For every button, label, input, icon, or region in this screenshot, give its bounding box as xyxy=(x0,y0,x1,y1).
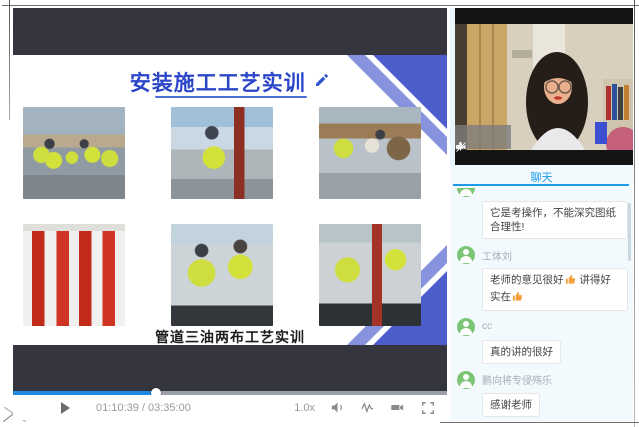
video-player: 安装施工工艺实训 xyxy=(13,8,447,420)
chat-tab-underline xyxy=(453,184,629,186)
training-photo xyxy=(23,107,125,199)
training-photo xyxy=(319,224,421,326)
frame-line-bottom xyxy=(440,422,639,423)
chat-message: 它是考操作，不能深究图纸合理性! xyxy=(457,188,633,239)
chat-scrollbar[interactable] xyxy=(628,203,631,261)
tab-chat[interactable]: 聊天 xyxy=(531,165,553,185)
thumbs-up-icon xyxy=(512,291,523,306)
chat-bubble: 老师的意见很好 讲得好实在 xyxy=(482,268,628,310)
user-avatar-icon xyxy=(457,318,475,336)
audio-track-icon[interactable] xyxy=(360,400,375,415)
slide-caption: 管道三油两布工艺实训 xyxy=(13,327,447,345)
photo-grid xyxy=(23,107,421,326)
chat-username: 鹏向将专侵殇乐 xyxy=(482,372,552,387)
chat-username: cc xyxy=(482,321,492,332)
user-avatar-icon xyxy=(457,371,475,389)
fullscreen-icon[interactable] xyxy=(420,400,435,415)
chat-panel: 聊天 它是考操作，不能深究图纸合理性! 工体刘 老师的意见很好 讲得好实在 cc… xyxy=(450,165,633,421)
time-display: 01:10:39 / 03:35:00 xyxy=(96,402,191,414)
camera-icon[interactable] xyxy=(390,400,405,415)
chat-message: 工体刘 老师的意见很好 讲得好实在 xyxy=(457,246,633,310)
play-button[interactable] xyxy=(61,402,70,414)
frame-line-right xyxy=(634,0,635,427)
pencil-icon xyxy=(314,72,330,93)
camera-off-icon[interactable] xyxy=(490,130,504,144)
training-photo xyxy=(171,224,273,326)
title-underline xyxy=(155,96,307,98)
playback-speed-button[interactable]: 1.0x xyxy=(294,402,315,414)
chat-message: 鹏向将专侵殇乐 感谢老师 xyxy=(457,371,633,417)
player-controls: 01:10:39 / 03:35:00 1.0x xyxy=(13,395,447,420)
chat-message-list: 它是考操作，不能深究图纸合理性! 工体刘 老师的意见很好 讲得好实在 cc 真的… xyxy=(450,188,633,421)
frame-line-left xyxy=(9,0,10,120)
volume-icon[interactable] xyxy=(330,400,345,415)
slide-title: 安装施工工艺实训 xyxy=(130,67,306,97)
training-photo xyxy=(319,107,421,199)
user-avatar-icon xyxy=(457,246,475,264)
training-photo xyxy=(171,107,273,199)
chat-bubble: 真的讲的很好 xyxy=(482,340,561,364)
user-avatar-icon xyxy=(457,188,475,197)
video-letterbox-bottom xyxy=(13,345,447,391)
video-letterbox-top xyxy=(13,8,447,55)
chat-message: cc 真的讲的很好 xyxy=(457,318,633,364)
thumbs-up-icon xyxy=(565,274,576,289)
frame-line-top xyxy=(2,5,639,6)
chat-username: 工体刘 xyxy=(482,248,512,263)
chat-bubble: 它是考操作，不能深究图纸合理性! xyxy=(482,201,628,239)
webcam-overlay-bar xyxy=(455,125,511,149)
presentation-slide: 安装施工工艺实训 xyxy=(13,55,447,345)
right-panel: 聊天 它是考操作，不能深究图纸合理性! 工体刘 老师的意见很好 讲得好实在 cc… xyxy=(450,8,633,421)
screen: 安装施工工艺实训 xyxy=(0,0,639,427)
chat-bubble: 感谢老师 xyxy=(482,393,540,417)
teacher-webcam-video xyxy=(455,8,633,165)
training-photo xyxy=(23,224,125,326)
